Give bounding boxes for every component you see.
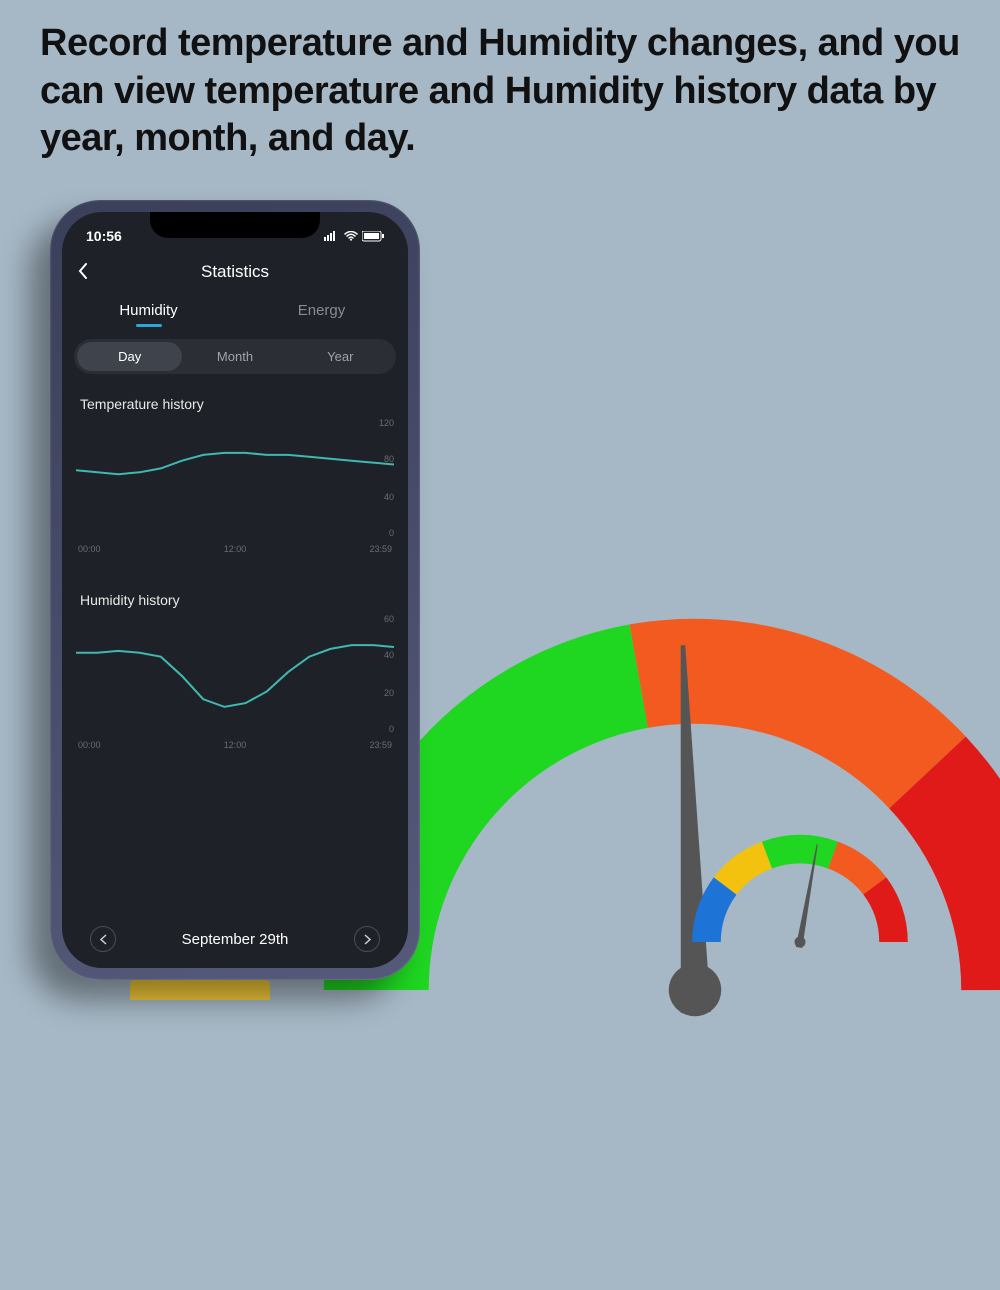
temperature-section-title: Temperature history (62, 374, 408, 420)
prev-day-button[interactable] (90, 926, 116, 952)
hum-ytick: 60 (384, 614, 394, 624)
hum-ytick: 0 (389, 724, 394, 734)
next-day-button[interactable] (354, 926, 380, 952)
phone-screen: 10:56 Statistics Humidity Energy Day Mon… (62, 212, 408, 968)
wifi-icon (344, 231, 358, 241)
hum-ytick: 20 (384, 688, 394, 698)
time-range-segment: Day Month Year (74, 339, 396, 374)
signal-icon (324, 231, 340, 241)
temperature-chart: 120 80 40 0 00:00 12:00 23:59 (76, 420, 394, 570)
hum-xtick: 00:00 (78, 740, 101, 750)
segment-day[interactable]: Day (77, 342, 182, 371)
current-date-label: September 29th (182, 931, 289, 948)
gauge-small (690, 810, 910, 1030)
hum-xaxis: 00:00 12:00 23:59 (76, 736, 394, 750)
temp-xtick: 12:00 (224, 544, 247, 554)
hum-xtick: 12:00 (224, 740, 247, 750)
chevron-left-icon (78, 263, 88, 279)
battery-icon (362, 231, 384, 242)
yellow-accent (130, 980, 270, 1000)
temp-xtick: 00:00 (78, 544, 101, 554)
back-button[interactable] (78, 263, 90, 282)
temperature-line-icon (76, 420, 394, 540)
temp-ytick: 40 (384, 492, 394, 502)
tab-humidity[interactable]: Humidity (62, 294, 235, 329)
phone-notch (150, 212, 320, 238)
page-title: Statistics (90, 262, 380, 282)
category-tabs: Humidity Energy (62, 290, 408, 329)
temp-xtick: 23:59 (369, 544, 392, 554)
phone-frame: 10:56 Statistics Humidity Energy Day Mon… (50, 200, 420, 980)
hum-ytick: 40 (384, 650, 394, 660)
tab-energy[interactable]: Energy (235, 294, 408, 329)
temp-ytick: 80 (384, 454, 394, 464)
segment-year[interactable]: Year (288, 342, 393, 371)
temp-xaxis: 00:00 12:00 23:59 (76, 540, 394, 554)
temp-ytick: 120 (379, 418, 394, 428)
status-time: 10:56 (86, 228, 122, 244)
status-icons (324, 231, 384, 242)
headline-text: Record temperature and Humidity changes,… (40, 20, 960, 163)
humidity-line-icon (76, 616, 394, 736)
temp-ytick: 0 (389, 528, 394, 538)
hum-xtick: 23:59 (369, 740, 392, 750)
chevron-left-icon (100, 934, 107, 945)
segment-month[interactable]: Month (182, 342, 287, 371)
humidity-chart: 60 40 20 0 00:00 12:00 23:59 (76, 616, 394, 766)
nav-bar: Statistics (62, 248, 408, 290)
date-navigator: September 29th (62, 926, 408, 952)
humidity-section-title: Humidity history (62, 570, 408, 616)
chevron-right-icon (364, 934, 371, 945)
